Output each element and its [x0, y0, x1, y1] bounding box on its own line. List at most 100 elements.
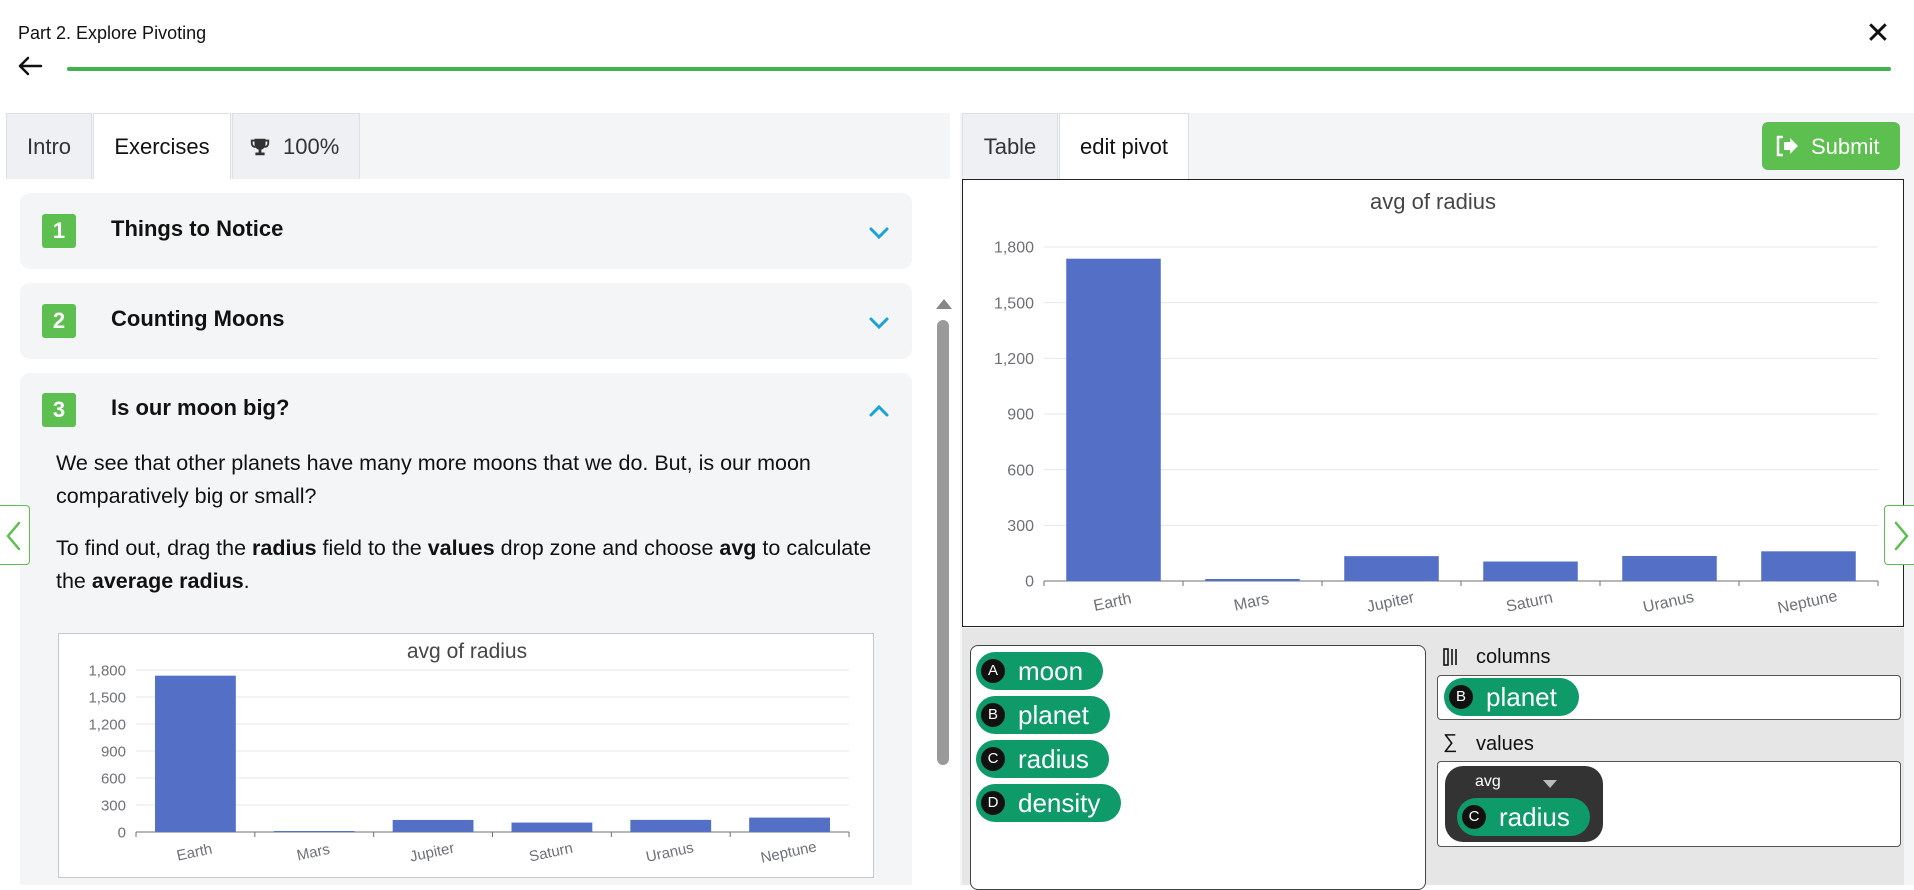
submit-arrow-icon — [1776, 135, 1798, 157]
tab-label: Intro — [26, 134, 72, 159]
header-bar: Part 2. Explore Pivoting ✕ — [0, 0, 1914, 110]
bar — [1066, 258, 1161, 581]
field-letter-badge: C — [981, 747, 1005, 771]
bar — [1344, 556, 1439, 581]
submit-label: Submit — [1811, 134, 1880, 159]
bar — [392, 819, 474, 832]
score-label: 100% — [283, 134, 340, 159]
trophy-icon — [250, 138, 270, 156]
chevron-up-icon[interactable] — [866, 401, 892, 421]
y-tick-label: 1,200 — [994, 351, 1034, 368]
bar — [511, 822, 593, 832]
chart-title: avg of radius — [407, 640, 527, 663]
exercise-card-1[interactable]: 1 Things to Notice — [20, 193, 912, 269]
field-letter-badge: B — [981, 703, 1005, 727]
field-name: radius — [1499, 802, 1570, 832]
chevron-down-icon[interactable] — [866, 313, 892, 333]
x-tick-label: Mars — [295, 841, 331, 865]
field-letter-badge: D — [981, 791, 1005, 815]
card-title: Counting Moons — [111, 306, 285, 331]
pivot-chart-svg: avg of radius 0 300 600 900 1,200 1,500 1,800 Ea… — [994, 189, 1879, 617]
bar — [1483, 561, 1578, 581]
exercise-card-2[interactable]: 2 Counting Moons — [20, 283, 912, 359]
exercise-instruction: To find out, drag the radius field to th… — [56, 532, 876, 598]
arrow-left-icon[interactable] — [16, 52, 44, 80]
x-tick-label: Uranus — [1642, 589, 1696, 616]
instruction-bold: values — [427, 536, 495, 560]
y-tick-label: 1,800 — [994, 240, 1034, 257]
field-pill-moon[interactable]: Amoon — [976, 652, 1103, 690]
page-title: Part 2. Explore Pivoting — [18, 23, 207, 43]
field-name: planet — [1486, 682, 1557, 712]
pivot-chart: avg of radius 0 300 600 900 1,200 1,500 1,800 Ea… — [962, 179, 1904, 627]
previous-step-button[interactable] — [0, 505, 30, 565]
x-tick-label: Jupiter — [408, 840, 456, 866]
instruction-text: drop zone and choose — [494, 536, 720, 560]
caret-down-icon[interactable] — [1543, 780, 1557, 788]
field-pill-density[interactable]: Ddensity — [976, 784, 1121, 822]
field-pill-radius[interactable]: Cradius — [976, 740, 1109, 778]
exercise-paragraph: We see that other planets have many more… — [56, 451, 811, 508]
submit-button[interactable]: Submit — [1762, 122, 1900, 170]
x-tick-label: Earth — [1092, 590, 1133, 615]
columns-zone-label: columns — [1476, 646, 1551, 668]
card-title: Things to Notice — [111, 216, 284, 241]
columns-icon — [1443, 648, 1457, 666]
close-icon[interactable]: ✕ — [1862, 18, 1894, 50]
field-name: density — [1018, 788, 1101, 818]
y-tick-label: 0 — [118, 824, 126, 841]
field-name: radius — [1018, 744, 1089, 774]
y-tick-label: 1,800 — [88, 662, 126, 679]
scrollbar-thumb[interactable] — [937, 320, 949, 765]
card-title: Is our moon big? — [111, 395, 290, 420]
instruction-bold: average radius — [91, 569, 244, 593]
tab-label: edit pivot — [1079, 134, 1169, 159]
field-pill-planet[interactable]: Bplanet — [976, 696, 1110, 734]
field-name: planet — [1018, 700, 1089, 730]
x-tick-label: Jupiter — [1365, 589, 1416, 616]
step-number-badge: 1 — [42, 214, 76, 248]
tab-score[interactable]: 100% — [232, 113, 360, 179]
instruction-bold: avg — [719, 536, 757, 560]
bar — [1761, 551, 1856, 581]
bar — [1622, 555, 1717, 581]
bar — [273, 831, 355, 833]
y-tick-label: 600 — [1007, 462, 1034, 479]
tab-exercises[interactable]: Exercises — [93, 113, 231, 179]
progress-fill — [67, 67, 1891, 71]
value-pill-radius[interactable]: Cradius — [1457, 798, 1590, 836]
instruction-bold: radius — [252, 536, 317, 560]
x-tick-label: Uranus — [644, 839, 695, 866]
progress-bar — [67, 67, 1891, 71]
tab-edit-pivot[interactable]: edit pivot — [1059, 113, 1189, 179]
bar — [1205, 578, 1300, 581]
sigma-icon: ∑ — [1443, 731, 1458, 753]
x-tick-label: Earth — [175, 841, 214, 865]
x-tick-label: Saturn — [528, 840, 575, 866]
bar — [155, 675, 236, 832]
y-tick-label: 1,500 — [994, 295, 1034, 312]
tab-label: Table — [983, 134, 1037, 159]
column-pill-planet[interactable]: Bplanet — [1444, 678, 1579, 716]
tab-table[interactable]: Table — [962, 113, 1058, 179]
y-tick-label: 1,500 — [88, 689, 126, 706]
field-name: moon — [1018, 656, 1084, 686]
step-number-badge: 2 — [42, 304, 76, 338]
chevron-down-icon[interactable] — [866, 223, 892, 243]
y-tick-label: 900 — [101, 743, 126, 760]
tab-label: Exercises — [114, 134, 210, 159]
y-tick-label: 1,200 — [88, 716, 126, 733]
x-tick-label: Mars — [1232, 591, 1270, 615]
values-zone-label: values — [1476, 733, 1534, 755]
step-number-badge: 3 — [42, 393, 76, 427]
y-tick-label: 300 — [101, 797, 126, 814]
tab-intro[interactable]: Intro — [6, 113, 92, 179]
x-tick-label: Saturn — [1505, 589, 1555, 615]
bar — [630, 819, 712, 832]
scroll-up-arrow[interactable] — [936, 299, 952, 309]
x-tick-label: Neptune — [759, 838, 818, 866]
y-tick-label: 300 — [1007, 518, 1034, 535]
y-tick-label: 900 — [1007, 407, 1034, 424]
example-chart-svg: avg of radius 0 300 600 900 1,200 1,500 1,800 Ea… — [88, 640, 850, 867]
next-step-button[interactable] — [1884, 505, 1914, 565]
